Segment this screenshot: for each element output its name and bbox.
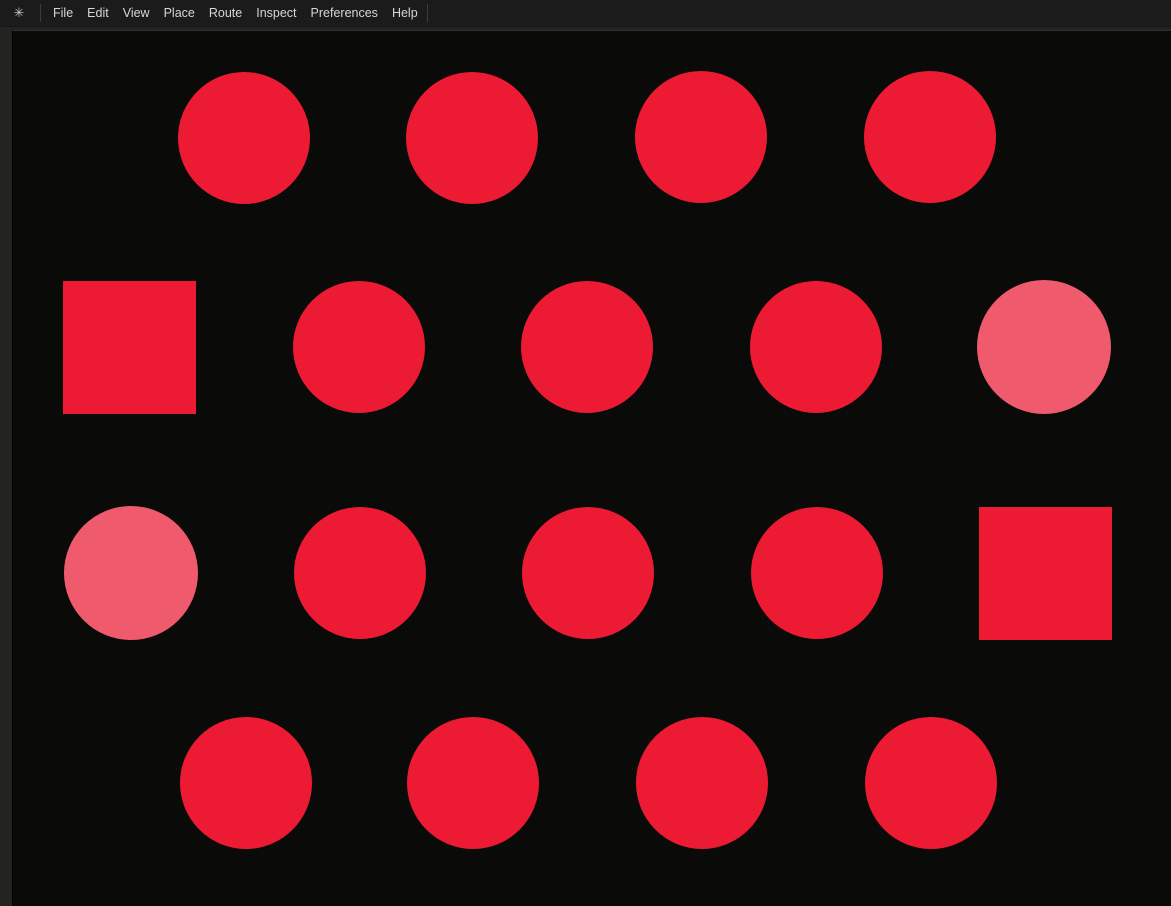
menu-preferences[interactable]: Preferences bbox=[304, 1, 385, 25]
menu-view[interactable]: View bbox=[116, 1, 157, 25]
menu-edit[interactable]: Edit bbox=[80, 1, 116, 25]
menu-inspect[interactable]: Inspect bbox=[249, 1, 303, 25]
pad-circle[interactable] bbox=[407, 717, 539, 849]
pad-circle[interactable] bbox=[636, 717, 768, 849]
pad-circle[interactable] bbox=[864, 71, 996, 203]
pad-circle[interactable] bbox=[977, 280, 1111, 414]
menu-file[interactable]: File bbox=[46, 1, 80, 25]
pad-circle[interactable] bbox=[293, 281, 425, 413]
pad-circle[interactable] bbox=[522, 507, 654, 639]
pad-circle[interactable] bbox=[750, 281, 882, 413]
pad-circle[interactable] bbox=[635, 71, 767, 203]
menubar: ✳ File Edit View Place Route Inspect Pre… bbox=[0, 0, 1171, 27]
pad-circle[interactable] bbox=[865, 717, 997, 849]
pad-square[interactable] bbox=[63, 281, 196, 414]
menu-help[interactable]: Help bbox=[385, 1, 425, 25]
pad-circle[interactable] bbox=[180, 717, 312, 849]
pad-circle[interactable] bbox=[64, 506, 198, 640]
menubar-separator bbox=[427, 4, 428, 22]
menubar-separator bbox=[40, 4, 41, 22]
pad-circle[interactable] bbox=[521, 281, 653, 413]
app-starburst-icon: ✳ bbox=[0, 0, 38, 26]
menu-place[interactable]: Place bbox=[157, 1, 202, 25]
pcb-canvas[interactable] bbox=[12, 30, 1171, 906]
pad-circle[interactable] bbox=[406, 72, 538, 204]
pad-square[interactable] bbox=[979, 507, 1112, 640]
pad-circle[interactable] bbox=[294, 507, 426, 639]
menu-route[interactable]: Route bbox=[202, 1, 249, 25]
pad-circle[interactable] bbox=[751, 507, 883, 639]
pad-circle[interactable] bbox=[178, 72, 310, 204]
